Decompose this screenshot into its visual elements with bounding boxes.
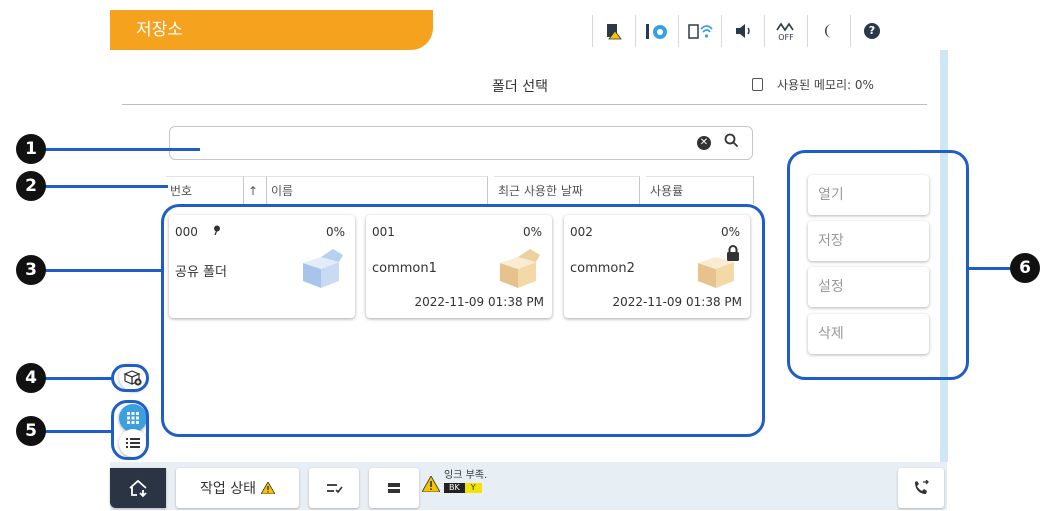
- ink-warning-icon: [422, 476, 440, 492]
- callout-1: 1: [16, 134, 46, 164]
- job-status-button[interactable]: 작업 상태: [176, 468, 299, 508]
- divider: [122, 104, 927, 105]
- printer-icon: [388, 483, 400, 493]
- callout-2: 2: [16, 171, 46, 201]
- column-name[interactable]: 이름: [266, 176, 488, 204]
- callout-line-3: [44, 269, 161, 272]
- status-icons: OFF ?: [592, 14, 893, 48]
- wifi-icon[interactable]: [678, 15, 721, 47]
- ink-levels: BK Y: [444, 483, 487, 493]
- storage-tab-label: 저장소: [136, 20, 183, 40]
- storage-tab[interactable]: 저장소: [110, 10, 433, 50]
- fax-off-label: OFF: [778, 32, 794, 42]
- callout-6: 6: [1010, 253, 1040, 283]
- ink-bk: BK: [444, 483, 465, 493]
- column-last-used[interactable]: 최근 사용한 날짜: [494, 176, 640, 204]
- page-title: 폴더 선택: [492, 79, 548, 95]
- memory-label: 사용된 메모리: 0%: [777, 78, 874, 92]
- warning-icon: [260, 482, 275, 494]
- ink-warning-label: 잉크 부족.: [444, 470, 488, 481]
- stop-job-button[interactable]: [309, 468, 359, 508]
- ink-status[interactable]: 잉크 부족. BK Y: [422, 468, 522, 510]
- printer-status-button[interactable]: [369, 468, 419, 508]
- actions-highlight: [787, 150, 969, 380]
- folder-grid-highlight: [161, 204, 765, 437]
- phone-icon: [915, 480, 929, 494]
- column-number[interactable]: 번호: [166, 176, 244, 204]
- sort-arrow[interactable]: ↑: [244, 176, 266, 204]
- clear-icon[interactable]: ✕: [697, 136, 711, 150]
- callout-5: 5: [16, 416, 46, 446]
- ink-info: 잉크 부족. BK Y: [444, 470, 487, 493]
- callout-line-5: [44, 430, 114, 433]
- fax-off-icon[interactable]: OFF: [764, 15, 807, 47]
- paper-warning-icon[interactable]: [592, 15, 635, 47]
- memory-icon: [752, 78, 763, 91]
- view-toggle-highlight: [111, 400, 149, 460]
- add-folder-highlight: [111, 364, 149, 392]
- search-icon[interactable]: [724, 133, 739, 152]
- callout-line-1: [44, 148, 200, 151]
- info-icon[interactable]: [635, 15, 678, 47]
- help-glyph: ?: [864, 23, 880, 39]
- memory-usage: 사용된 메모리: 0%: [752, 76, 874, 93]
- volume-icon[interactable]: [721, 15, 764, 47]
- job-status-label: 작업 상태: [200, 481, 256, 497]
- callout-4: 4: [16, 363, 46, 393]
- callout-3: 3: [16, 255, 46, 285]
- home-icon: [129, 479, 147, 498]
- ink-y: Y: [464, 483, 482, 493]
- fax-button[interactable]: [898, 468, 944, 508]
- search-input[interactable]: [169, 126, 753, 160]
- help-icon[interactable]: ?: [850, 15, 893, 47]
- home-button[interactable]: [110, 468, 166, 508]
- callout-line-2: [44, 185, 168, 188]
- sleep-icon[interactable]: [807, 15, 850, 47]
- column-usage[interactable]: 사용률: [646, 176, 754, 204]
- job-list-icon: [327, 484, 343, 494]
- callout-line-4: [44, 377, 114, 380]
